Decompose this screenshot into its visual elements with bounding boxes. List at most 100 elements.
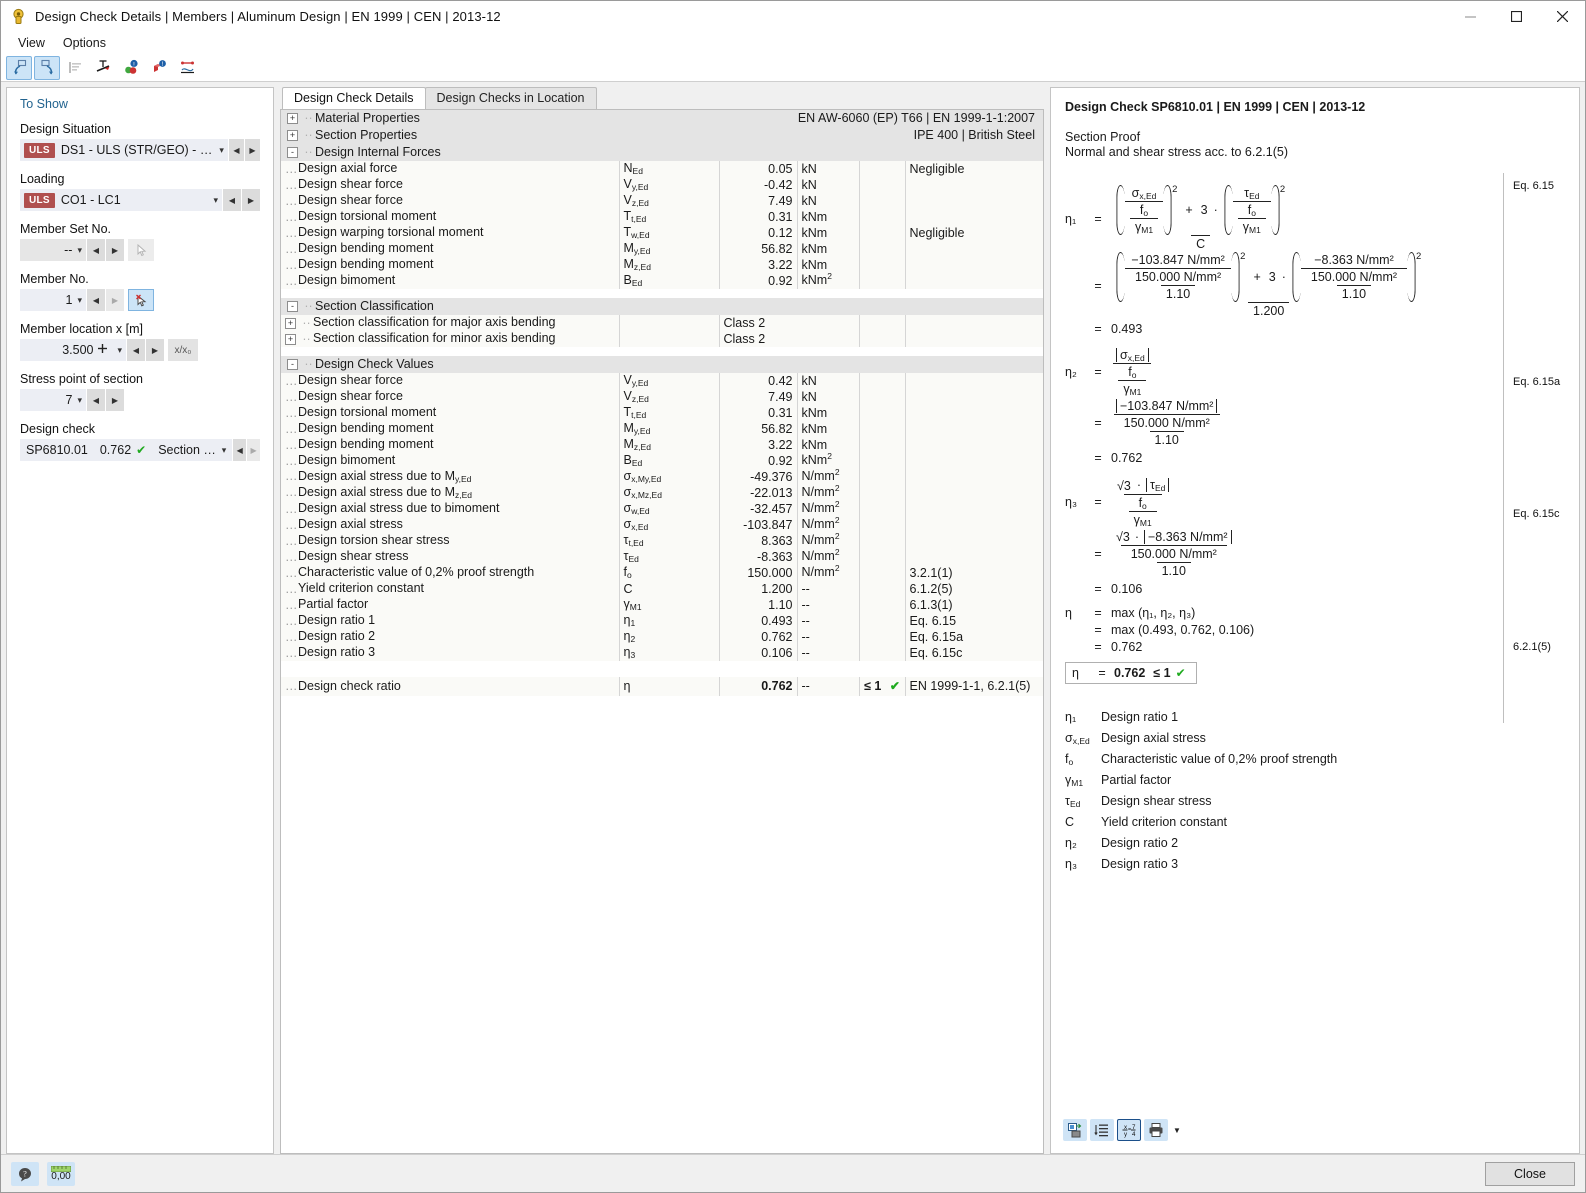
collapse-icon[interactable]: - <box>287 301 298 313</box>
show-values-button[interactable]: x y = 7 4 <box>1117 1119 1141 1141</box>
table-row[interactable]: …Design ratio 3 η3 0.106 -- Eq. 6.15c <box>281 645 1043 661</box>
print-options-caret-icon[interactable]: ▼ <box>1171 1126 1181 1135</box>
expand-icon[interactable]: + <box>287 130 298 142</box>
design-situation-next-button[interactable]: ▶ <box>244 139 261 161</box>
table-row[interactable]: …Design ratio 2 η2 0.762 -- Eq. 6.15a <box>281 629 1043 645</box>
design-check-ratio-row[interactable]: …Design check ratio η 0.762 -- ≤ 1 ✔ EN … <box>281 677 1043 696</box>
table-row[interactable]: …Design axial stress due to My,Ed σx,My,E… <box>281 467 1043 485</box>
section-classification-rows: + ·· Section classification for major axis… <box>281 315 1043 347</box>
member-set-no-next-button[interactable]: ▶ <box>106 239 124 261</box>
member-no-next-button[interactable]: ▶ <box>106 289 124 311</box>
table-row[interactable]: …Design axial stress σx,Ed -103.847 N/mm2 <box>281 515 1043 533</box>
design-ratio-button[interactable]: ! <box>118 56 144 80</box>
design-situation-prev-button[interactable]: ◀ <box>228 139 244 161</box>
member-location-next-button[interactable]: ▶ <box>146 339 164 361</box>
table-row[interactable]: …Design torsion shear stress τt,Ed 8.363 N/… <box>281 531 1043 549</box>
row-check-cell <box>858 273 905 289</box>
design-check-ratio-cell[interactable]: 0.762 ✔ <box>93 439 153 461</box>
help-button[interactable]: ? <box>11 1161 39 1186</box>
tab-design-checks-in-location[interactable]: Design Checks in Location <box>424 87 597 109</box>
table-row[interactable]: …Design torsional moment Tt,Ed 0.31 kNm <box>281 405 1043 421</box>
eta3-symbol: η₃ <box>1065 495 1078 509</box>
collapse-icon[interactable]: - <box>287 147 298 159</box>
table-row[interactable]: …Design shear force Vy,Ed 0.42 kN <box>281 373 1043 389</box>
design-check-id[interactable]: SP6810.01 <box>20 439 94 461</box>
table-group-row[interactable]: - ·· Design Check Values <box>281 356 1043 373</box>
row-label-cell: …Design axial stress due to My,Ed <box>281 469 619 485</box>
design-check-type-combo[interactable]: Section Proof... ▾ <box>152 439 233 461</box>
table-row[interactable]: …Design axial force NEd 0.05 kN Negligible <box>281 161 1043 177</box>
member-location-combo[interactable]: 3.500 ▾ <box>20 339 126 361</box>
numbered-list-button[interactable] <box>1090 1119 1114 1141</box>
table-row[interactable]: …Design bimoment BEd 0.92 kNm2 <box>281 271 1043 289</box>
row-check-cell <box>858 421 905 437</box>
stress-point-next-button[interactable]: ▶ <box>106 389 124 411</box>
member-pick-button[interactable] <box>128 289 154 311</box>
table-row[interactable]: …Yield criterion constant C 1.200 -- 6.1.2(5… <box>281 581 1043 597</box>
stress-point-combo[interactable]: 7 ▾ <box>20 389 86 411</box>
stress-point-prev-button[interactable]: ◀ <box>87 389 105 411</box>
close-window-button[interactable] <box>1539 1 1585 32</box>
table-row[interactable]: …Design shear force Vz,Ed 7.49 kN <box>281 193 1043 209</box>
units-button[interactable]: 0,00 <box>47 1161 75 1186</box>
member-location-prev-button[interactable]: ◀ <box>127 339 145 361</box>
loading-prev-button[interactable]: ◀ <box>223 189 241 211</box>
menu-view[interactable]: View <box>9 34 54 52</box>
table-row[interactable]: …Design bending moment My,Ed 56.82 kNm <box>281 421 1043 437</box>
loading-combo[interactable]: ULS CO1 - LC1 ▾ <box>20 189 222 211</box>
table-row[interactable]: …Design bending moment Mz,Ed 3.22 kNm <box>281 437 1043 453</box>
loading-next-button[interactable]: ▶ <box>242 189 260 211</box>
table-row[interactable]: …Design torsional moment Tt,Ed 0.31 kNm <box>281 209 1043 225</box>
table-subgroup-row[interactable]: + ·· Section classification for major axis… <box>281 315 1043 331</box>
print-button[interactable] <box>1144 1119 1168 1141</box>
table-row[interactable]: …Design ratio 1 η1 0.493 -- Eq. 6.15 <box>281 613 1043 629</box>
formula-toolbar: x y = 7 4 ▼ <box>1063 1119 1181 1141</box>
collapse-icon[interactable]: - <box>287 359 298 371</box>
table-group-row[interactable]: - ·· Section Classification <box>281 298 1043 315</box>
table-group-row[interactable]: - ·· Design Internal Forces <box>281 144 1043 161</box>
menu-options[interactable]: Options <box>54 34 115 52</box>
table-row[interactable]: …Design bending moment My,Ed 56.82 kNm <box>281 241 1043 257</box>
row-check-cell <box>858 161 905 177</box>
member-set-no-combo[interactable]: -- ▾ <box>20 239 86 261</box>
table-subgroup-row[interactable]: + ·· Section classification for minor axis… <box>281 331 1043 347</box>
minimize-button[interactable] <box>1447 1 1493 32</box>
expand-icon[interactable]: + <box>285 317 296 329</box>
row-symbol-cell: γM1 <box>618 597 719 613</box>
table-group-row[interactable]: + ·· Material Properties EN AW-6060 (EP) T… <box>281 110 1043 127</box>
table-row[interactable]: …Design shear force Vz,Ed 7.49 kN <box>281 389 1043 405</box>
table-row[interactable]: …Partial factor γM1 1.10 -- 6.1.3(1) <box>281 597 1043 613</box>
table-row[interactable]: …Design bimoment BEd 0.92 kNm2 <box>281 451 1043 469</box>
table-group-row[interactable]: + ·· Section Properties IPE 400 | British … <box>281 127 1043 144</box>
member-no-prev-button[interactable]: ◀ <box>87 289 105 311</box>
diagram-button[interactable] <box>174 56 200 80</box>
table-row[interactable]: …Characteristic value of 0,2% proof stre… <box>281 563 1043 581</box>
member-set-no-prev-button[interactable]: ◀ <box>87 239 105 261</box>
next-location-button[interactable] <box>34 55 60 80</box>
tab-design-check-details[interactable]: Design Check Details <box>282 87 426 109</box>
table-row[interactable]: …Design warping torsional moment Tw,Ed 0.1… <box>281 225 1043 241</box>
stress-point-button[interactable] <box>90 56 116 80</box>
expand-icon[interactable]: + <box>285 333 296 345</box>
member-no-combo[interactable]: 1 ▾ <box>20 289 86 311</box>
table-row[interactable]: …Design shear stress τEd -8.363 N/mm2 <box>281 547 1043 565</box>
previous-location-button[interactable] <box>6 55 32 80</box>
table-spacer <box>281 289 1043 298</box>
table-row[interactable]: …Design shear force Vy,Ed -0.42 kN <box>281 177 1043 193</box>
close-button[interactable]: Close <box>1485 1162 1575 1186</box>
maximize-button[interactable] <box>1493 1 1539 32</box>
copy-formula-button[interactable] <box>1063 1119 1087 1141</box>
relative-location-toggle-button[interactable]: x/x₀ <box>168 339 198 361</box>
tree-line: … <box>285 373 299 388</box>
design-check-next-button[interactable]: ▶ <box>247 439 260 461</box>
design-situation-combo[interactable]: ULS DS1 - ULS (STR/GEO) - Perman... ▾ <box>20 139 228 161</box>
table-row[interactable]: …Design bending moment Mz,Ed 3.22 kNm <box>281 257 1043 273</box>
member-set-pick-button[interactable] <box>128 239 154 261</box>
design-check-prev-button[interactable]: ◀ <box>233 439 247 461</box>
section-button[interactable]: ! <box>146 56 172 80</box>
list-view-button[interactable] <box>62 56 88 80</box>
tree-line: … <box>285 629 299 644</box>
table-row[interactable]: …Design axial stress due to bimoment σw,E… <box>281 499 1043 517</box>
expand-icon[interactable]: + <box>287 113 298 125</box>
table-row[interactable]: …Design axial stress due to Mz,Ed σx,Mz,E… <box>281 483 1043 501</box>
